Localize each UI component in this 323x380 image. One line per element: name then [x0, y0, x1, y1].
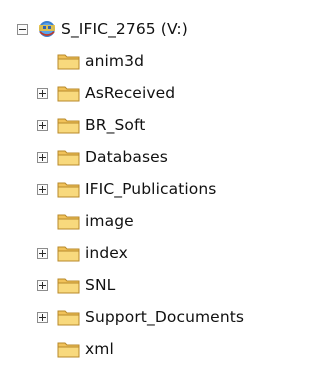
expand-toggle-icon[interactable]: [37, 312, 48, 323]
tree-item-br-soft[interactable]: BR_Soft: [0, 109, 280, 141]
expand-toggle-icon[interactable]: [37, 88, 48, 99]
collapse-toggle-icon[interactable]: [17, 24, 28, 35]
tree-item-asreceived[interactable]: AsReceived: [0, 77, 280, 109]
folder-icon: [57, 339, 81, 359]
tree-item-anim3d[interactable]: anim3d: [0, 45, 280, 77]
expand-toggle-icon[interactable]: [37, 248, 48, 259]
tree-item-support-documents[interactable]: Support_Documents: [0, 301, 320, 333]
folder-icon: [57, 51, 81, 71]
tree-item-label: SNL: [85, 276, 116, 294]
tree-item-label: image: [85, 212, 134, 230]
tree-item-label: index: [85, 244, 128, 262]
folder-icon: [57, 147, 81, 167]
folder-icon: [57, 115, 81, 135]
tree-item-label: anim3d: [85, 52, 145, 70]
folder-icon: [57, 275, 81, 295]
network-drive-icon: [37, 19, 57, 39]
tree-root-label: S_IFIC_2765 (V:): [61, 20, 188, 38]
expand-toggle-icon[interactable]: [37, 184, 48, 195]
folder-icon: [57, 307, 81, 327]
expand-toggle-icon[interactable]: [37, 120, 48, 131]
tree-item-label: AsReceived: [85, 84, 176, 102]
tree-item-index[interactable]: index: [0, 237, 280, 269]
tree-item-xml[interactable]: xml: [0, 333, 280, 365]
folder-icon: [57, 211, 81, 231]
tree-item-label: Support_Documents: [85, 308, 245, 326]
tree-root-row[interactable]: S_IFIC_2765 (V:): [0, 13, 280, 45]
expand-toggle-icon[interactable]: [37, 280, 48, 291]
expand-toggle-icon[interactable]: [37, 152, 48, 163]
tree-item-databases[interactable]: Databases: [0, 141, 280, 173]
tree-item-label: xml: [85, 340, 114, 358]
tree-item-label: Databases: [85, 148, 168, 166]
tree-item-snl[interactable]: SNL: [0, 269, 280, 301]
tree-item-image[interactable]: image: [0, 205, 280, 237]
tree-item-label: IFIC_Publications: [85, 180, 217, 198]
folder-icon: [57, 83, 81, 103]
folder-icon: [57, 243, 81, 263]
tree-item-ific-publications[interactable]: IFIC_Publications: [0, 173, 300, 205]
folder-tree: S_IFIC_2765 (V:) anim3d AsReceived BR_So…: [0, 0, 323, 380]
tree-item-label: BR_Soft: [85, 116, 146, 134]
folder-icon: [57, 179, 81, 199]
